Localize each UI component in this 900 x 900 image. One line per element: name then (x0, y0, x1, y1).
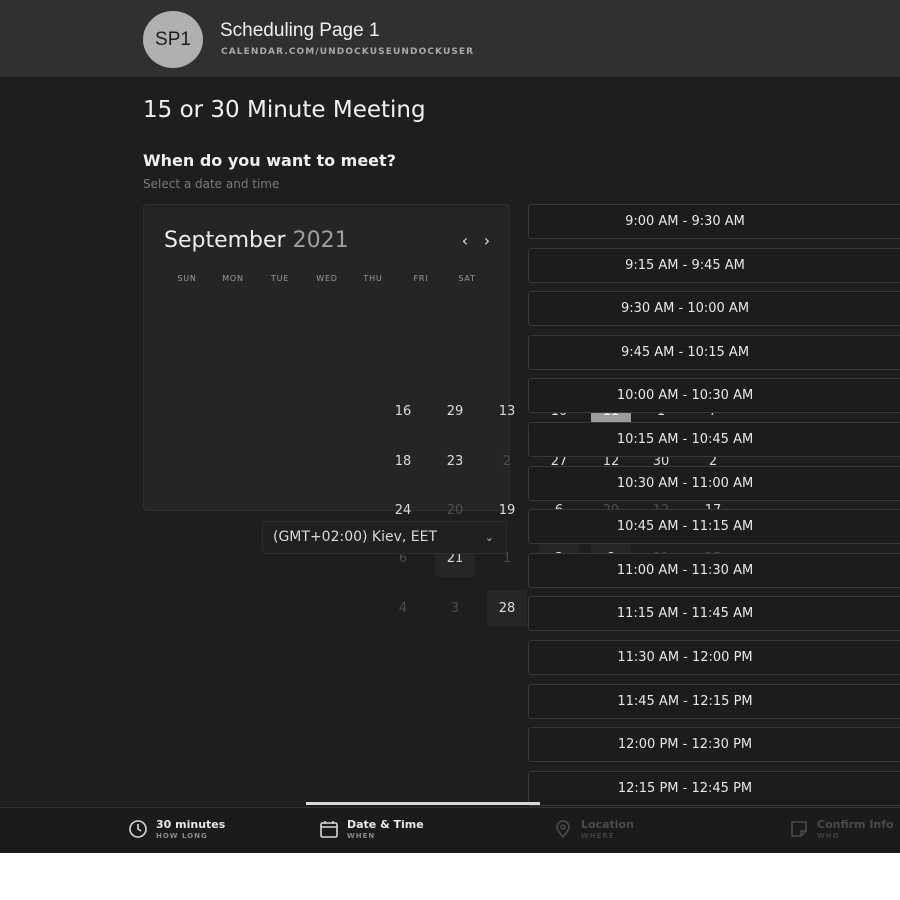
step-date-time[interactable]: Date & Time WHEN (319, 818, 424, 842)
time-slot-button[interactable]: 11:00 AM - 11:30 AM (528, 552, 900, 588)
calendar-day[interactable]: 23 (435, 443, 475, 480)
calendar-day[interactable]: 28 (487, 590, 527, 627)
scheduling-app: SP1 Scheduling Page 1 CALENDAR.COM/UNDOC… (0, 0, 900, 853)
scheduling-page-title: Scheduling Page 1 (220, 20, 380, 41)
step-date-time-label: Date & Time (347, 818, 424, 831)
time-slot-button[interactable]: 11:45 AM - 12:15 PM (528, 683, 900, 719)
select-hint: Select a date and time (143, 177, 280, 191)
step-confirm-info[interactable]: Confirm Info WHO (789, 818, 894, 842)
time-slot-label: 10:45 AM - 11:15 AM (616, 519, 754, 535)
calendar-year: 2021 (292, 228, 349, 253)
time-slot-button[interactable]: 10:45 AM - 11:15 AM (528, 509, 900, 545)
timezone-select[interactable]: (GMT+02:00) Kiev, EET ⌄ (262, 521, 507, 554)
prev-month-button[interactable]: ‹ (457, 231, 473, 250)
calendar-day: 3 (450, 601, 460, 616)
when-question: When do you want to meet? (143, 151, 396, 170)
chevron-down-icon: ⌄ (484, 531, 494, 544)
step-location[interactable]: Location WHERE (553, 818, 634, 842)
scheduling-page-url[interactable]: CALENDAR.COM/UNDOCKUSEUNDOCKUSER (221, 47, 474, 57)
time-slot-label: 11:00 AM - 11:30 AM (616, 562, 754, 578)
calendar-day[interactable]: 13 (487, 393, 527, 430)
step-duration-label: 30 minutes (156, 818, 226, 831)
calendar-day[interactable]: 29 (435, 393, 475, 430)
time-slot-label: 9:45 AM - 10:15 AM (620, 344, 750, 360)
time-slot-button[interactable]: 10:30 AM - 11:00 AM (528, 465, 900, 501)
time-slot-label: 11:15 AM - 11:45 AM (616, 606, 754, 622)
time-slot-label: 10:00 AM - 10:30 AM (616, 388, 754, 404)
time-slot-label: 9:00 AM - 9:30 AM (625, 214, 745, 229)
time-slot-button[interactable]: 9:30 AM - 10:00 AM (528, 291, 900, 327)
weekday-mon: MON (222, 274, 244, 283)
weekday-wed: WED (316, 274, 338, 283)
step-duration[interactable]: 30 minutes HOW LONG (128, 818, 225, 842)
weekday-sun: SUN (177, 274, 197, 283)
weekday-tue: TUE (270, 274, 290, 283)
time-slot-label: 11:30 AM - 12:00 PM (617, 650, 753, 665)
weekday-fri: FRI (413, 274, 429, 283)
calendar-day[interactable]: 16 (383, 393, 423, 430)
step-duration-sub: HOW LONG (156, 832, 208, 840)
calendar-day: 2 (502, 454, 512, 469)
active-step-indicator (306, 802, 540, 805)
note-icon (791, 821, 807, 837)
next-month-button[interactable]: › (479, 231, 495, 250)
clock-icon (129, 820, 147, 838)
step-date-time-sub: WHEN (347, 832, 376, 840)
time-slot-label: 12:15 PM - 12:45 PM (617, 780, 753, 796)
time-slot-label: 12:00 PM - 12:30 PM (617, 737, 753, 753)
timezone-value: (GMT+02:00) Kiev, EET (273, 529, 438, 545)
top-bar: SP1 Scheduling Page 1 CALENDAR.COM/UNDOC… (0, 0, 900, 77)
location-pin-icon (556, 820, 570, 839)
time-slot-button[interactable]: 9:15 AM - 9:45 AM (528, 247, 900, 283)
time-slot-button[interactable]: 9:45 AM - 10:15 AM (528, 334, 900, 370)
time-slot-button[interactable]: 11:15 AM - 11:45 AM (528, 596, 900, 632)
calendar-day: 4 (398, 601, 408, 616)
time-slot-label: 9:15 AM - 9:45 AM (625, 257, 745, 273)
calendar-month-label: September 2021 (164, 228, 349, 253)
calendar-month: September (164, 228, 286, 253)
step-bar: 30 minutes HOW LONG Date & Time WHEN Loc… (0, 807, 900, 853)
time-slot-button[interactable]: 10:15 AM - 10:45 AM (528, 422, 900, 457)
step-location-label: Location (581, 818, 634, 831)
weekday-thu: THU (363, 274, 383, 283)
time-slot-label: 10:30 AM - 11:00 AM (616, 475, 754, 491)
time-slot-button[interactable]: 12:00 PM - 12:30 PM (528, 727, 900, 763)
time-slot-button[interactable]: 9:00 AM - 9:30 AM (528, 204, 900, 239)
time-slot-label: 9:30 AM - 10:00 AM (620, 301, 750, 317)
weekday-sat: SAT (458, 274, 476, 283)
time-slot-label: 11:45 AM - 12:15 PM (617, 693, 753, 709)
calendar-day[interactable]: 18 (383, 443, 423, 480)
step-location-sub: WHERE (581, 832, 615, 840)
page-title: 15 or 30 Minute Meeting (143, 97, 426, 123)
time-slot-label: 10:15 AM - 10:45 AM (616, 432, 754, 447)
avatar[interactable]: SP1 (143, 11, 203, 68)
time-slot-button[interactable]: 10:00 AM - 10:30 AM (528, 378, 900, 414)
time-slot-button[interactable]: 12:15 PM - 12:45 PM (528, 770, 900, 806)
step-confirm-info-sub: WHO (817, 832, 840, 840)
time-slot-button[interactable]: 11:30 AM - 12:00 PM (528, 640, 900, 675)
calendar-icon (320, 821, 338, 838)
step-confirm-info-label: Confirm Info (817, 818, 894, 831)
